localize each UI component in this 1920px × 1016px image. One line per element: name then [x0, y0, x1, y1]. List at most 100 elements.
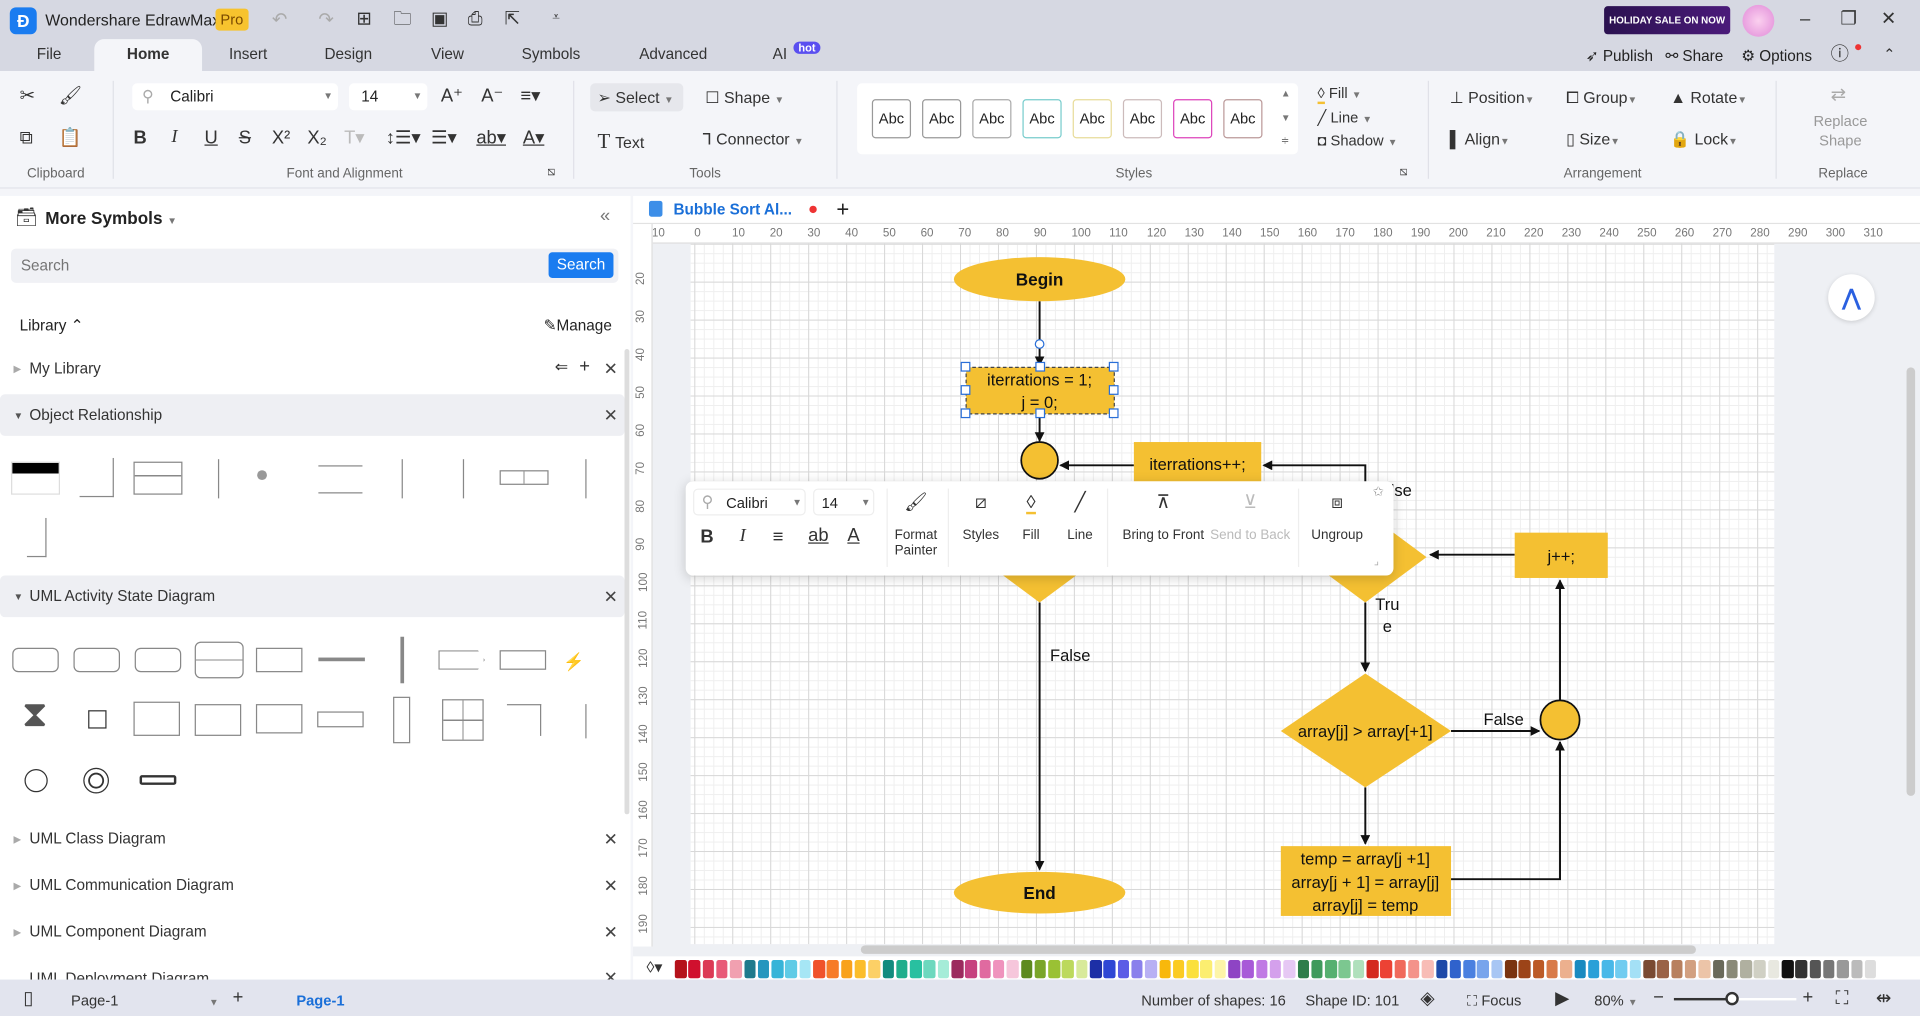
- color-swatch[interactable]: [1255, 960, 1268, 979]
- color-swatch[interactable]: [730, 960, 742, 979]
- color-swatch[interactable]: [1574, 960, 1586, 979]
- color-swatch[interactable]: [1601, 960, 1614, 979]
- color-swatch[interactable]: [979, 960, 991, 979]
- page-panel-toggle-icon[interactable]: ▯: [23, 989, 33, 1007]
- color-swatch[interactable]: [896, 960, 908, 979]
- send-to-back-button[interactable]: ⊻ Send to Back: [1206, 493, 1294, 542]
- color-swatch[interactable]: [1131, 960, 1143, 979]
- color-swatch[interactable]: [1753, 960, 1766, 979]
- color-swatch[interactable]: [909, 960, 922, 979]
- color-swatch[interactable]: [1394, 960, 1406, 979]
- color-swatch[interactable]: [1629, 960, 1642, 979]
- color-swatch[interactable]: [771, 960, 784, 979]
- page-select[interactable]: Page-1 ▼: [71, 992, 219, 1009]
- color-swatch[interactable]: [992, 960, 1005, 979]
- color-swatch[interactable]: [1242, 960, 1254, 979]
- color-swatch[interactable]: [1048, 960, 1060, 979]
- zoom-slider-handle[interactable]: [1724, 991, 1739, 1006]
- color-swatch[interactable]: [868, 960, 881, 979]
- color-swatch[interactable]: [702, 960, 714, 979]
- pin-icon[interactable]: ✩: [1373, 484, 1384, 500]
- color-swatch[interactable]: [1269, 960, 1282, 979]
- zoom-level[interactable]: 80% ▼: [1594, 992, 1637, 1009]
- color-swatch[interactable]: [965, 960, 977, 979]
- color-swatch[interactable]: [1740, 960, 1752, 979]
- color-swatch[interactable]: [1200, 960, 1213, 979]
- color-swatch[interactable]: [1532, 960, 1545, 979]
- color-swatch[interactable]: [1850, 960, 1863, 979]
- color-swatch[interactable]: [1643, 960, 1655, 979]
- page-tab[interactable]: Page-1: [296, 992, 344, 1009]
- color-swatch[interactable]: [1670, 960, 1683, 979]
- color-swatch[interactable]: [1435, 960, 1448, 979]
- color-swatch[interactable]: [1062, 960, 1074, 979]
- color-swatch[interactable]: [951, 960, 964, 979]
- color-swatch[interactable]: [1366, 960, 1379, 979]
- color-swatch[interactable]: [1767, 960, 1780, 979]
- color-swatch[interactable]: [688, 960, 701, 979]
- color-swatch[interactable]: [1698, 960, 1711, 979]
- color-swatch[interactable]: [785, 960, 798, 979]
- color-swatch[interactable]: [1172, 960, 1185, 979]
- color-swatch[interactable]: [1214, 960, 1226, 979]
- color-swatch[interactable]: [1089, 960, 1102, 979]
- font-family-select[interactable]: ⚲ Calibri ▼: [693, 488, 806, 516]
- color-swatch[interactable]: [1311, 960, 1323, 979]
- color-swatch[interactable]: [743, 960, 756, 979]
- focus-button[interactable]: ⛶ Focus: [1467, 992, 1521, 1010]
- color-swatch[interactable]: [1477, 960, 1489, 979]
- zoom-slider[interactable]: [1673, 991, 1797, 1006]
- zoom-in-button[interactable]: +: [1802, 988, 1813, 1006]
- color-swatch[interactable]: [1823, 960, 1835, 979]
- line-button[interactable]: ╱ Line: [1058, 493, 1102, 542]
- resize-grip-icon[interactable]: ⌟: [1374, 555, 1379, 568]
- color-swatch[interactable]: [1504, 960, 1517, 979]
- bold-icon[interactable]: B: [700, 528, 713, 546]
- align-icon[interactable]: ≡: [773, 528, 784, 546]
- color-swatch[interactable]: [1781, 960, 1794, 979]
- zoom-out-button[interactable]: −: [1653, 988, 1664, 1006]
- color-swatch[interactable]: [1408, 960, 1420, 979]
- color-swatch[interactable]: [854, 960, 867, 979]
- color-swatch[interactable]: [1145, 960, 1157, 979]
- color-swatch[interactable]: [1587, 960, 1600, 979]
- color-swatch[interactable]: [1463, 960, 1476, 979]
- color-swatch[interactable]: [1878, 960, 1891, 979]
- color-swatch[interactable]: [1518, 960, 1531, 979]
- color-swatch[interactable]: [1297, 960, 1309, 979]
- fill-color-picker-icon[interactable]: ◊▾: [647, 959, 663, 975]
- bring-to-front-button[interactable]: ⊼ Bring to Front: [1114, 493, 1212, 542]
- color-swatch[interactable]: [1809, 960, 1821, 979]
- styles-button[interactable]: ⧄ Styles: [955, 493, 1006, 542]
- horizontal-scrollbar[interactable]: [860, 945, 1696, 954]
- color-swatch[interactable]: [1657, 960, 1669, 979]
- color-swatch[interactable]: [1546, 960, 1559, 979]
- color-swatch[interactable]: [923, 960, 936, 979]
- vertical-scrollbar[interactable]: [1906, 367, 1916, 796]
- color-swatch[interactable]: [937, 960, 950, 979]
- fit-width-icon[interactable]: ⇹: [1876, 989, 1891, 1007]
- color-swatch[interactable]: [799, 960, 811, 979]
- color-swatch[interactable]: [757, 960, 770, 979]
- layers-icon[interactable]: ◈: [1420, 989, 1434, 1007]
- font-color-icon[interactable]: A: [847, 527, 859, 545]
- color-swatch[interactable]: [1325, 960, 1337, 979]
- color-swatch[interactable]: [1864, 960, 1877, 979]
- color-swatch[interactable]: [1449, 960, 1462, 979]
- color-swatch[interactable]: [1615, 960, 1628, 979]
- color-swatch[interactable]: [1338, 960, 1351, 979]
- color-swatch[interactable]: [1034, 960, 1047, 979]
- color-swatch[interactable]: [674, 960, 687, 979]
- color-swatch[interactable]: [1560, 960, 1572, 979]
- color-swatch[interactable]: [1726, 960, 1738, 979]
- format-painter-button[interactable]: 🖌 Format Painter: [889, 493, 943, 559]
- font-size-select[interactable]: 14 ▼: [813, 488, 875, 516]
- color-swatch[interactable]: [1795, 960, 1808, 979]
- color-swatch[interactable]: [716, 960, 728, 979]
- color-swatch[interactable]: [1075, 960, 1088, 979]
- color-swatch[interactable]: [1421, 960, 1434, 979]
- connector-arrow[interactable]: [1451, 740, 1565, 881]
- italic-icon[interactable]: I: [740, 527, 746, 546]
- highlight-icon[interactable]: ab: [808, 527, 828, 545]
- color-swatch[interactable]: [1352, 960, 1365, 979]
